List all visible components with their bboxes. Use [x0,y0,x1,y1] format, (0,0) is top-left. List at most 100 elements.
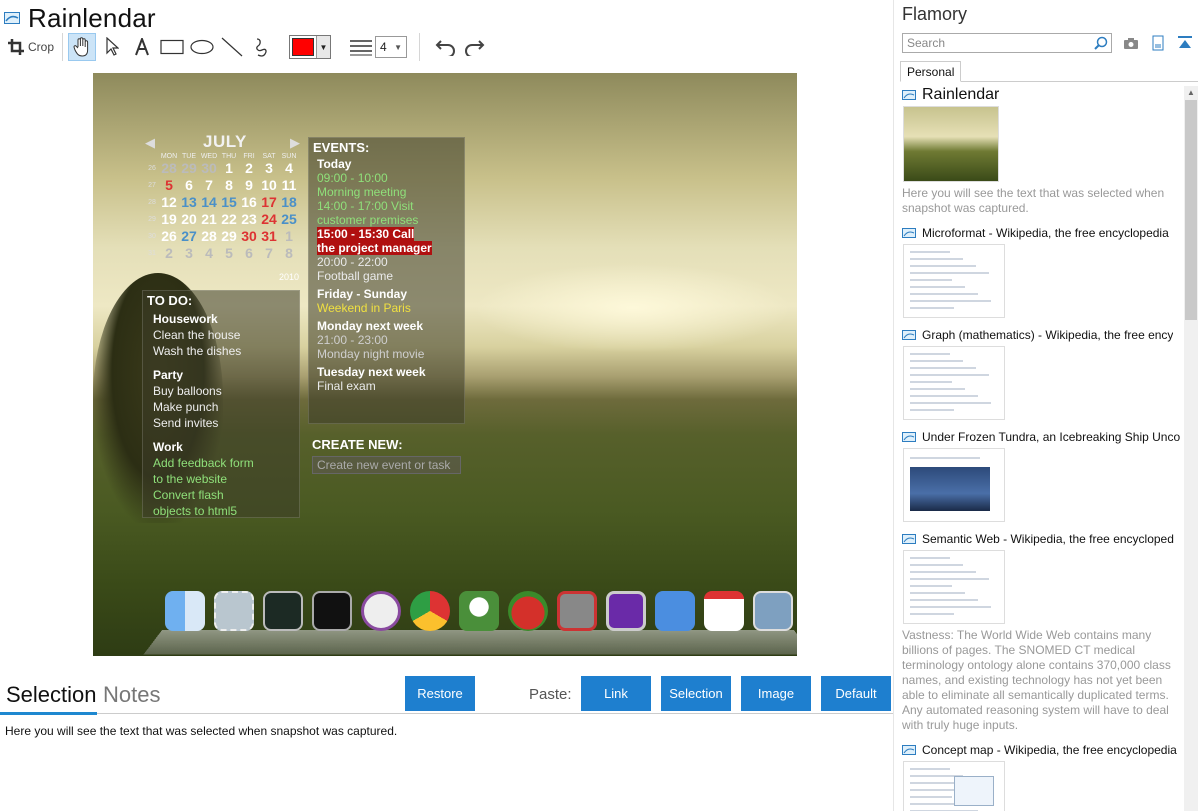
calendar-day[interactable]: 22 [219,211,239,228]
calendar-day[interactable]: 6 [179,177,199,194]
event-line[interactable]: 09:00 - 10:00 [317,171,388,185]
calendar-day[interactable]: 30 [199,160,219,177]
calendar-day[interactable]: 7 [259,245,279,262]
calendar-day[interactable]: 24 [259,211,279,228]
snapshot-card[interactable]: Microformat - Wikipedia, the free encycl… [902,224,1182,318]
calendar-day[interactable]: 13 [179,194,199,211]
freehand-tool-button[interactable] [248,33,276,61]
calendar-day[interactable]: 15 [219,194,239,211]
calendar-day[interactable]: 4 [199,245,219,262]
snapshot-thumbnail[interactable] [903,106,999,182]
search-input[interactable]: Search [902,33,1112,53]
calendar-day[interactable]: 29 [219,228,239,245]
hand-tool-button[interactable] [68,33,97,61]
calendar-day[interactable]: 2 [239,160,259,177]
calendar-day[interactable]: 28 [199,228,219,245]
snapshot-thumbnail[interactable] [903,448,1005,522]
tab-notes[interactable]: Notes [103,682,160,708]
camera-icon[interactable] [1122,34,1140,52]
line-width-select[interactable]: 4 ▼ [375,36,408,58]
todo-item[interactable]: objects to html5 [143,502,299,518]
calendar-day[interactable]: 11 [279,177,299,194]
paste-default-button[interactable]: Default [821,676,891,711]
snapshot-card-title[interactable]: Under Frozen Tundra, an Icebreaking Ship… [922,430,1180,444]
paste-image-button[interactable]: Image [741,676,811,711]
redo-button[interactable] [462,33,486,61]
event-line[interactable]: Final exam [317,379,376,393]
snapshot-thumbnail[interactable] [903,346,1005,420]
selection-text[interactable]: Here you will see the text that was sele… [5,724,397,738]
calendar-day[interactable]: 16 [239,194,259,211]
calendar-day[interactable]: 28 [159,160,179,177]
calendar-day[interactable]: 27 [179,228,199,245]
event-line[interactable]: 21:00 - 23:00 [317,333,388,347]
restore-button[interactable]: Restore [405,676,475,711]
todo-item[interactable]: Clean the house [143,326,299,342]
paste-selection-button[interactable]: Selection [661,676,731,711]
color-picker[interactable]: ▼ [289,35,332,59]
calendar-day[interactable]: 17 [259,194,279,211]
event-line[interactable]: 14:00 - 17:00 Visit [317,199,414,213]
calendar-day[interactable]: 9 [239,177,259,194]
event-line[interactable]: 20:00 - 22:00 [317,255,388,269]
event-line[interactable]: Monday night movie [317,347,424,361]
calendar-day[interactable]: 26 [159,228,179,245]
tab-personal[interactable]: Personal [900,61,962,82]
snapshot-thumbnail[interactable] [903,550,1005,624]
calendar-day[interactable]: 30 [239,228,259,245]
create-new-input[interactable]: Create new event or task [312,456,461,474]
calendar-day[interactable]: 29 [179,160,199,177]
tab-selection[interactable]: Selection [6,682,97,708]
snapshot-card-title[interactable]: Semantic Web - Wikipedia, the free encyc… [922,532,1174,546]
todo-item[interactable]: Make punch [143,398,299,414]
calendar-day[interactable]: 1 [279,228,299,245]
todo-item[interactable]: Buy balloons [143,382,299,398]
calendar-day[interactable]: 3 [179,245,199,262]
calendar-day[interactable]: 4 [279,160,299,177]
search-icon[interactable] [1094,36,1108,50]
calendar-day[interactable]: 10 [259,177,279,194]
select-tool-button[interactable] [98,33,126,61]
snapshot-card-title[interactable]: Rainlendar [922,86,999,104]
calendar-day[interactable]: 18 [279,194,299,211]
snapshot-thumbnail[interactable] [903,244,1005,318]
todo-item[interactable]: Convert flash [143,486,299,502]
calendar-day[interactable]: 25 [279,211,299,228]
calendar-day[interactable]: 31 [259,228,279,245]
sidebar-scrollbar[interactable]: ▲ [1184,86,1198,811]
collapse-top-icon[interactable] [1176,34,1194,52]
snapshot-card[interactable]: Under Frozen Tundra, an Icebreaking Ship… [902,428,1182,522]
event-line[interactable]: the project manager [317,241,432,255]
event-line[interactable]: Morning meeting [317,185,406,199]
undo-button[interactable] [434,33,458,61]
text-tool-button[interactable] [128,33,156,61]
todo-item[interactable]: Add feedback form [143,454,299,470]
calendar-day[interactable]: 5 [159,177,179,194]
ellipse-tool-button[interactable] [188,33,216,61]
rectangle-tool-button[interactable] [158,33,186,61]
todo-item[interactable]: Wash the dishes [143,342,299,358]
snapshot-card[interactable]: Concept map - Wikipedia, the free encycl… [902,741,1182,811]
calendar-day[interactable]: 2 [159,245,179,262]
event-line[interactable]: Weekend in Paris [317,301,411,315]
calendar-day[interactable]: 1 [219,160,239,177]
document-icon[interactable] [1149,34,1167,52]
todo-item[interactable]: to the website [143,470,299,486]
event-line[interactable]: customer premises [317,213,418,227]
snapshot-card-title[interactable]: Graph (mathematics) - Wikipedia, the fre… [922,328,1173,342]
crop-button[interactable]: Crop [4,33,58,61]
calendar-day[interactable]: 5 [219,245,239,262]
calendar-day[interactable]: 8 [279,245,299,262]
calendar-day[interactable]: 19 [159,211,179,228]
calendar-day[interactable]: 23 [239,211,259,228]
calendar-day[interactable]: 6 [239,245,259,262]
calendar-day[interactable]: 14 [199,194,219,211]
line-width-button[interactable] [349,33,373,61]
calendar-day[interactable]: 20 [179,211,199,228]
calendar-day[interactable]: 7 [199,177,219,194]
line-tool-button[interactable] [218,33,246,61]
calendar-day[interactable]: 3 [259,160,279,177]
scroll-up-icon[interactable]: ▲ [1184,86,1198,100]
snapshot-card[interactable]: Graph (mathematics) - Wikipedia, the fre… [902,326,1182,420]
snapshot-card[interactable]: Semantic Web - Wikipedia, the free encyc… [902,530,1182,733]
